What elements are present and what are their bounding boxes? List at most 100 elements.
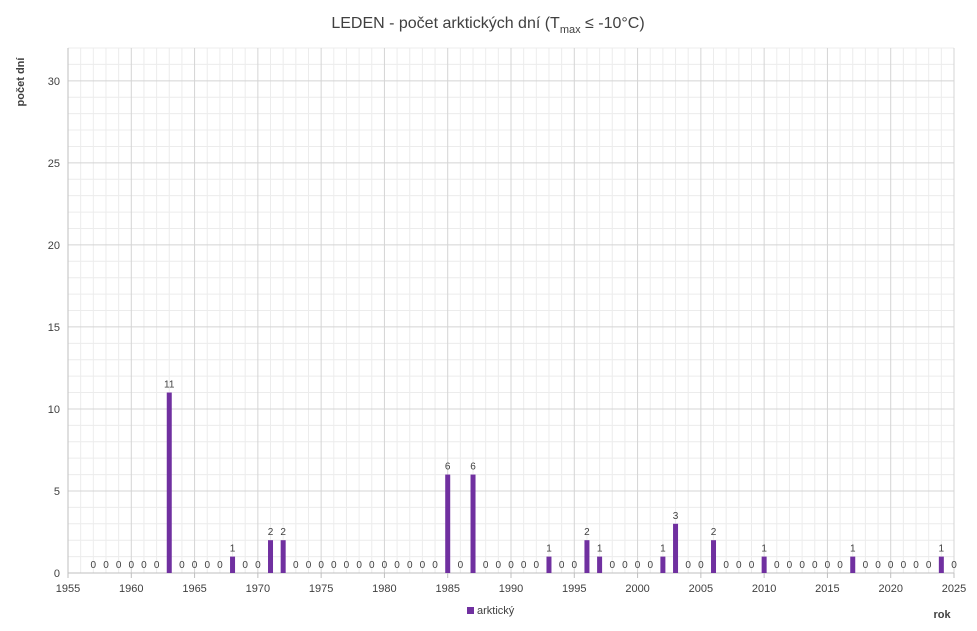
x-tick-label: 2000 xyxy=(625,583,649,595)
bar xyxy=(597,556,603,573)
data-label: 0 xyxy=(647,560,653,571)
x-tick-label: 1980 xyxy=(372,583,396,595)
data-label: 0 xyxy=(749,560,755,571)
data-label: 0 xyxy=(622,560,628,571)
data-label: 1 xyxy=(761,544,767,555)
data-label: 6 xyxy=(470,462,476,473)
data-label: 0 xyxy=(217,560,223,571)
bar xyxy=(711,540,717,573)
x-tick-label: 1970 xyxy=(246,583,270,595)
data-label: 0 xyxy=(863,560,869,571)
data-label: 0 xyxy=(572,560,578,571)
y-tick-label: 30 xyxy=(48,76,60,88)
data-label: 6 xyxy=(445,462,451,473)
data-label: 0 xyxy=(926,560,932,571)
x-tick-label: 1975 xyxy=(309,583,333,595)
y-tick-label: 15 xyxy=(48,322,60,334)
data-label: 0 xyxy=(204,560,210,571)
x-tick-label: 1955 xyxy=(56,583,80,595)
data-label: 0 xyxy=(116,560,122,571)
data-label: 2 xyxy=(280,527,286,538)
data-label: 0 xyxy=(888,560,894,571)
bar xyxy=(584,540,590,573)
data-label: 0 xyxy=(255,560,261,571)
data-label: 0 xyxy=(698,560,704,571)
y-tick-label: 10 xyxy=(48,404,60,416)
data-label: 0 xyxy=(787,560,793,571)
x-tick-label: 1995 xyxy=(562,583,586,595)
data-label: 0 xyxy=(483,560,489,571)
chart: LEDEN - počet arktických dní (Tmax ≤ -10… xyxy=(0,0,977,631)
data-label: 0 xyxy=(420,560,426,571)
y-tick-label: 0 xyxy=(54,568,60,580)
x-tick-label: 2015 xyxy=(815,583,839,595)
y-tick-label: 25 xyxy=(48,158,60,170)
data-label: 0 xyxy=(825,560,831,571)
x-tick-label: 2025 xyxy=(942,583,966,595)
legend-swatch xyxy=(467,607,474,614)
data-label: 0 xyxy=(913,560,919,571)
data-label: 1 xyxy=(660,544,666,555)
data-label: 0 xyxy=(103,560,109,571)
bar xyxy=(280,540,286,573)
data-label: 0 xyxy=(91,560,97,571)
y-tick-label: 5 xyxy=(54,486,60,498)
x-tick-label: 1985 xyxy=(435,583,459,595)
data-label: 2 xyxy=(584,527,590,538)
y-axis-title: počet dní xyxy=(15,57,27,107)
data-label: 1 xyxy=(850,544,856,555)
data-label: 0 xyxy=(356,560,362,571)
bar xyxy=(470,474,476,573)
chart-title-subscript: max xyxy=(560,24,581,36)
data-label: 0 xyxy=(799,560,805,571)
data-label: 0 xyxy=(344,560,350,571)
data-label: 3 xyxy=(673,511,679,522)
data-label: 1 xyxy=(597,544,603,555)
data-label: 0 xyxy=(723,560,729,571)
data-label: 0 xyxy=(609,560,615,571)
data-label: 0 xyxy=(774,560,780,571)
data-label: 0 xyxy=(318,560,324,571)
data-label: 0 xyxy=(407,560,413,571)
bar xyxy=(660,556,666,573)
data-label: 0 xyxy=(394,560,400,571)
data-label: 0 xyxy=(432,560,438,571)
chart-background xyxy=(0,0,977,631)
data-label: 2 xyxy=(711,527,717,538)
x-tick-label: 2010 xyxy=(752,583,776,595)
data-label: 0 xyxy=(192,560,198,571)
x-tick-label: 1965 xyxy=(182,583,206,595)
data-label: 0 xyxy=(458,560,464,571)
data-label: 0 xyxy=(736,560,742,571)
data-label: 0 xyxy=(293,560,299,571)
data-label: 0 xyxy=(685,560,691,571)
data-label: 0 xyxy=(951,560,957,571)
x-tick-label: 2020 xyxy=(878,583,902,595)
data-label: 0 xyxy=(382,560,388,571)
data-label: 1 xyxy=(230,544,236,555)
bar xyxy=(445,474,451,573)
bar xyxy=(938,556,944,573)
bar xyxy=(166,392,172,573)
x-tick-label: 1990 xyxy=(499,583,523,595)
data-label: 0 xyxy=(875,560,881,571)
data-label: 0 xyxy=(331,560,337,571)
data-label: 0 xyxy=(369,560,375,571)
data-label: 0 xyxy=(129,560,135,571)
data-label: 11 xyxy=(164,380,175,391)
bar xyxy=(268,540,274,573)
data-label: 0 xyxy=(154,560,160,571)
data-label: 0 xyxy=(521,560,527,571)
data-label: 0 xyxy=(837,560,843,571)
data-label: 0 xyxy=(901,560,907,571)
bar xyxy=(230,556,236,573)
x-tick-label: 2005 xyxy=(689,583,713,595)
data-label: 2 xyxy=(268,527,274,538)
data-label: 1 xyxy=(939,544,945,555)
bar xyxy=(673,523,679,573)
data-label: 0 xyxy=(306,560,312,571)
chart-title-tail: ≤ -10°C) xyxy=(581,15,645,32)
bar xyxy=(546,556,552,573)
data-label: 0 xyxy=(242,560,248,571)
x-axis-title: rok xyxy=(933,609,951,621)
